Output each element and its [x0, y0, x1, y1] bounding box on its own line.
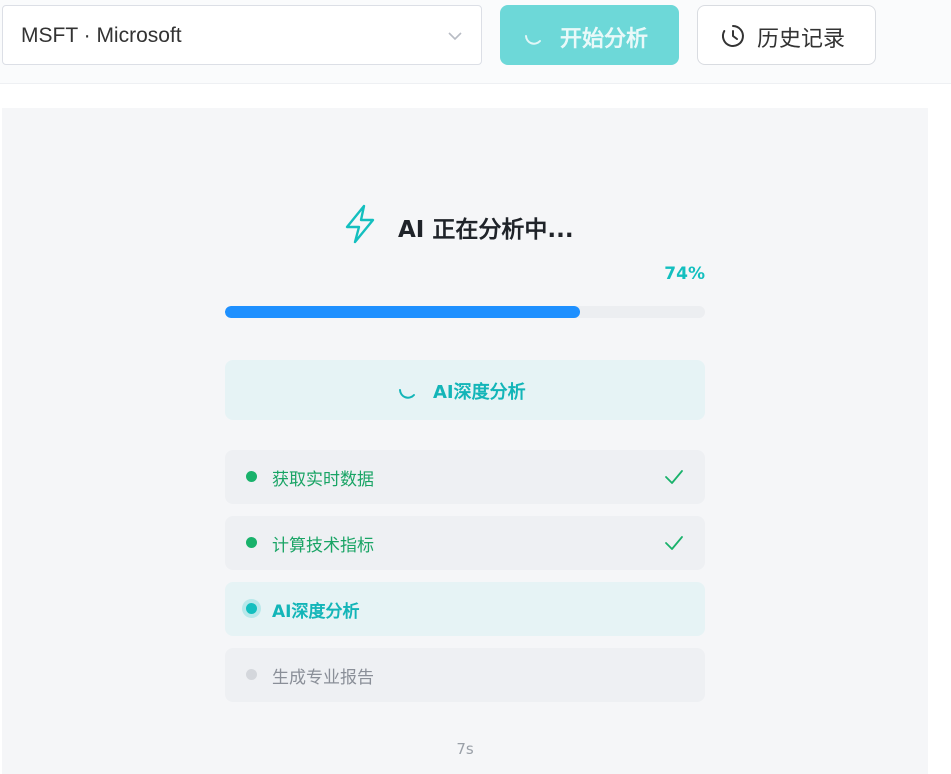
- start-analysis-button[interactable]: 开始分析: [500, 5, 679, 65]
- history-button-label: 历史记录: [757, 27, 846, 52]
- lightning-icon: [345, 204, 375, 244]
- step-label: 获取实时数据: [272, 470, 374, 490]
- spinner-icon: [399, 389, 415, 399]
- elapsed-timer: 7s: [456, 740, 474, 758]
- status-dot: [246, 471, 257, 482]
- step-label: AI深度分析: [272, 602, 360, 622]
- clock-icon: [721, 25, 744, 47]
- step-generate-report: 生成专业报告: [225, 648, 705, 702]
- step-label: 计算技术指标: [272, 536, 374, 556]
- step-calc-indicators: 计算技术指标: [225, 516, 705, 570]
- progress-bar: [225, 306, 705, 318]
- toolbar: MSFT · Microsoft 开始分析 历史记录: [0, 0, 951, 84]
- step-label: 生成专业报告: [272, 668, 374, 688]
- status-dot: [246, 669, 257, 680]
- spinner-icon: [525, 35, 541, 45]
- current-step-banner: AI深度分析: [225, 360, 705, 420]
- progress-percent: 74%: [664, 264, 705, 284]
- check-icon: [665, 536, 683, 550]
- stock-select-value: MSFT · Microsoft: [21, 24, 182, 47]
- history-button[interactable]: 历史记录: [697, 5, 876, 65]
- step-ai-analysis: AI深度分析: [225, 582, 705, 636]
- start-analysis-label: 开始分析: [560, 27, 649, 52]
- step-fetch-data: 获取实时数据: [225, 450, 705, 504]
- progress-bar-fill: [225, 306, 581, 318]
- check-icon: [665, 470, 683, 484]
- status-dot: [246, 603, 257, 614]
- analysis-title: AI 正在分析中...: [398, 217, 574, 243]
- stock-select[interactable]: MSFT · Microsoft: [2, 5, 482, 65]
- chevron-down-icon: [448, 32, 462, 41]
- current-step-label: AI深度分析: [433, 382, 526, 403]
- status-dot: [246, 537, 257, 548]
